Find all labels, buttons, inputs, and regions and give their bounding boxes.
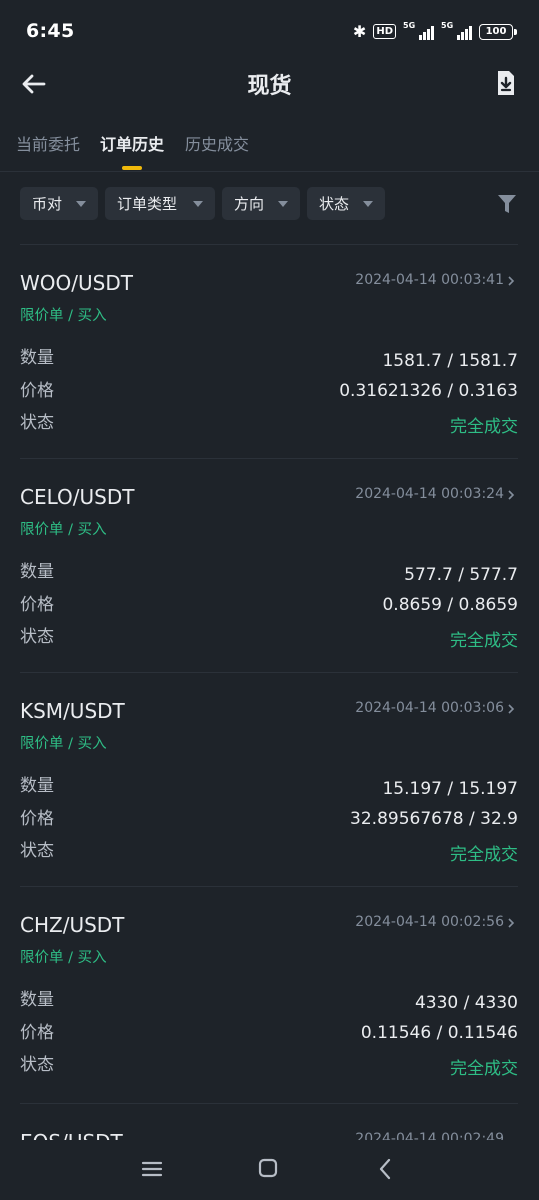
tab-order-history[interactable]: 订单历史 — [100, 131, 164, 155]
signal-icon-1: 5G — [403, 21, 434, 40]
order-quantity: 577.7 / 577.7 — [404, 565, 518, 585]
order-quantity: 15.197 / 15.197 — [382, 779, 518, 799]
filter-status-dropdown[interactable]: 状态 — [307, 187, 385, 220]
filter-order-type-label: 订单类型 — [117, 195, 178, 213]
active-tab-indicator — [122, 166, 142, 170]
price-label: 价格 — [20, 809, 54, 829]
filter-direction-dropdown[interactable]: 方向 — [222, 187, 300, 220]
price-label: 价格 — [20, 381, 54, 401]
order-card[interactable]: CHZ/USDT 限价单 / 买入 2024-04-14 00:02:56 数量… — [20, 886, 518, 1100]
tab-open-orders[interactable]: 当前委托 — [16, 131, 80, 155]
price-label: 价格 — [20, 1023, 54, 1043]
order-status: 完全成交 — [450, 417, 518, 437]
status-label: 状态 — [20, 841, 54, 861]
status-time: 6:45 — [26, 20, 75, 42]
order-pair: CELO/USDT — [20, 485, 135, 509]
order-card[interactable]: KSM/USDT 限价单 / 买入 2024-04-14 00:03:06 数量… — [20, 672, 518, 886]
order-price: 0.8659 / 0.8659 — [382, 595, 518, 615]
order-type: 限价单 / 买入 — [20, 308, 107, 324]
order-quantity: 1581.7 / 1581.7 — [382, 351, 518, 371]
order-price: 0.11546 / 0.11546 — [360, 1023, 518, 1043]
order-quantity: 4330 / 4330 — [414, 993, 518, 1013]
order-price: 32.89567678 / 32.9 — [350, 809, 518, 829]
chevron-right-icon — [508, 918, 515, 928]
order-card[interactable]: WOO/USDT 限价单 / 买入 2024-04-14 00:03:41 数量… — [20, 244, 518, 458]
filter-funnel-icon[interactable] — [497, 193, 517, 215]
home-icon[interactable] — [258, 1158, 278, 1178]
filter-pair-dropdown[interactable]: 币对 — [20, 187, 98, 220]
order-pair: CHZ/USDT — [20, 913, 125, 937]
signal-icon-2: 5G — [441, 21, 472, 40]
order-time: 2024-04-14 00:03:41 — [355, 272, 504, 288]
order-status: 完全成交 — [450, 1059, 518, 1079]
order-list: WOO/USDT 限价单 / 买入 2024-04-14 00:03:41 数量… — [20, 244, 518, 1100]
quantity-label: 数量 — [20, 776, 54, 796]
system-back-icon[interactable] — [378, 1157, 392, 1181]
hd-voice-icon: HD — [373, 24, 396, 39]
order-status: 完全成交 — [450, 631, 518, 651]
spot-order-history-screen: 6:45 ✱ HD 5G 5G 100 现货 当前委托 订单历史 历史成交 币对… — [0, 0, 539, 1200]
chevron-right-icon — [508, 704, 515, 714]
order-card[interactable]: CELO/USDT 限价单 / 买入 2024-04-14 00:03:24 数… — [20, 458, 518, 672]
status-bar: 6:45 ✱ HD 5G 5G 100 — [0, 0, 539, 64]
caret-down-icon — [363, 201, 373, 207]
filter-status-label: 状态 — [319, 195, 350, 213]
order-time: 2024-04-14 00:03:24 — [355, 486, 504, 502]
caret-down-icon — [278, 201, 288, 207]
status-label: 状态 — [20, 1055, 54, 1075]
chevron-right-icon — [508, 490, 515, 500]
price-label: 价格 — [20, 595, 54, 615]
page-title: 现货 — [247, 74, 292, 99]
order-type: 限价单 / 买入 — [20, 950, 107, 966]
quantity-label: 数量 — [20, 348, 54, 368]
recent-apps-icon[interactable] — [141, 1159, 163, 1179]
order-price: 0.31621326 / 0.3163 — [339, 381, 518, 401]
filter-pair-label: 币对 — [32, 195, 63, 213]
order-pair: WOO/USDT — [20, 271, 133, 295]
bluetooth-icon: ✱ — [352, 22, 367, 41]
filter-bar: 币对 订单类型 方向 状态 — [0, 186, 539, 222]
caret-down-icon — [193, 201, 203, 207]
quantity-label: 数量 — [20, 562, 54, 582]
caret-down-icon — [76, 201, 86, 207]
order-time: 2024-04-14 00:02:56 — [355, 914, 504, 930]
download-icon[interactable] — [495, 70, 517, 96]
status-icons: ✱ HD 5G 5G 100 — [352, 21, 517, 41]
quantity-label: 数量 — [20, 990, 54, 1010]
order-tabs: 当前委托 订单历史 历史成交 — [0, 128, 539, 172]
filter-order-type-dropdown[interactable]: 订单类型 — [105, 187, 215, 220]
status-label: 状态 — [20, 413, 54, 433]
battery-icon: 100 — [479, 23, 517, 40]
system-nav-bar — [0, 1140, 539, 1200]
tab-trade-history[interactable]: 历史成交 — [185, 131, 249, 155]
order-status: 完全成交 — [450, 845, 518, 865]
order-pair: KSM/USDT — [20, 699, 125, 723]
order-time: 2024-04-14 00:03:06 — [355, 700, 504, 716]
order-type: 限价单 / 买入 — [20, 522, 107, 538]
filter-direction-label: 方向 — [234, 195, 265, 213]
chevron-right-icon — [508, 276, 515, 286]
status-label: 状态 — [20, 627, 54, 647]
order-type: 限价单 / 买入 — [20, 736, 107, 752]
header: 现货 — [0, 62, 539, 104]
